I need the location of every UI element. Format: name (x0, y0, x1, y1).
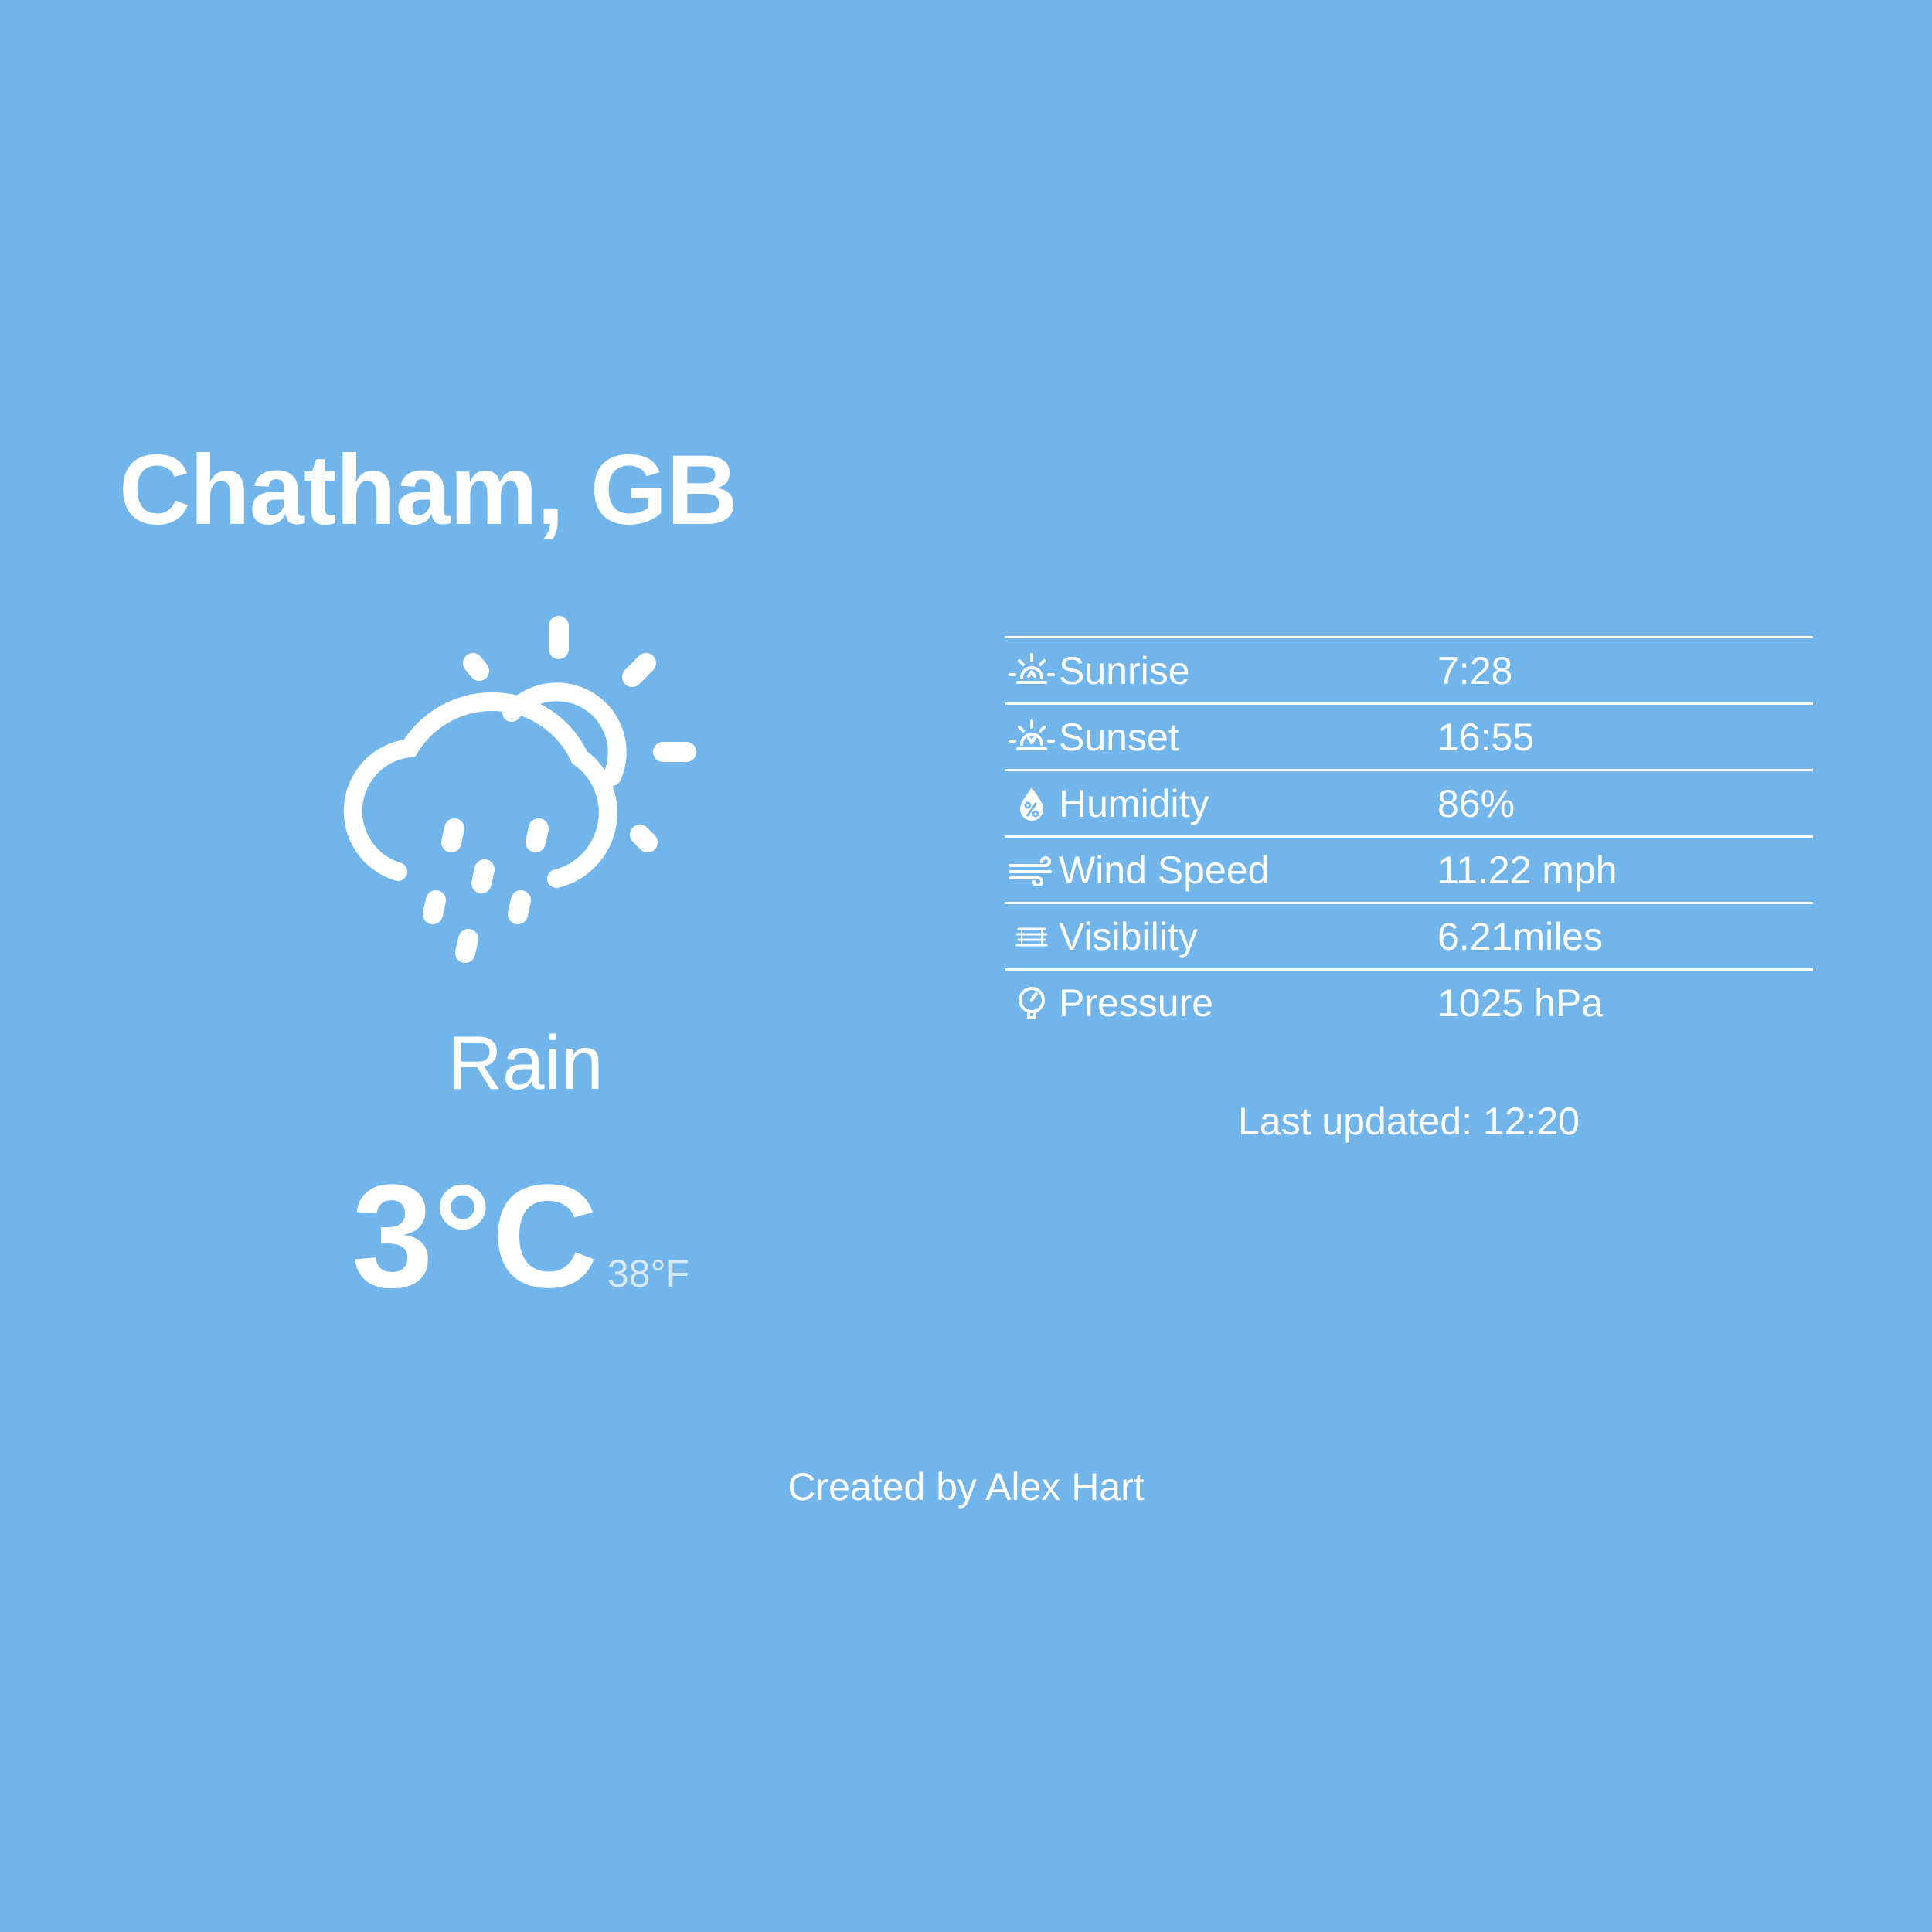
detail-value: 86% (1437, 781, 1515, 825)
temperature-celsius: 3°C (352, 1155, 598, 1318)
detail-label: Sunrise (1059, 648, 1190, 692)
detail-value: 6.21miles (1437, 914, 1603, 958)
location-title: Chatham, GB (119, 435, 738, 546)
detail-value: 11.22 mph (1437, 848, 1617, 892)
weather-condition: Rain (447, 1020, 604, 1105)
sunrise-icon (1005, 648, 1059, 694)
detail-row-sunrise: Sunrise 7:28 (1005, 638, 1813, 705)
detail-label: Pressure (1059, 981, 1214, 1025)
rain-partly-sunny-icon (340, 611, 711, 966)
pressure-icon (1005, 980, 1059, 1026)
detail-row-wind-speed: Wind Speed 11.22 mph (1005, 838, 1813, 904)
detail-value: 7:28 (1437, 648, 1513, 692)
temperature-fahrenheit: 38°F (607, 1252, 690, 1295)
detail-row-visibility: Visibility 6.21miles (1005, 904, 1813, 971)
detail-row-pressure: Pressure 1025 hPa (1005, 971, 1813, 1035)
detail-value: 1025 hPa (1437, 981, 1604, 1025)
visibility-icon (1005, 913, 1059, 960)
humidity-icon (1005, 781, 1059, 827)
detail-label: Sunset (1059, 715, 1179, 759)
last-updated-text: Last updated: 12:20 (1237, 1100, 1580, 1143)
detail-label: Wind Speed (1059, 848, 1270, 892)
detail-value: 16:55 (1437, 715, 1535, 759)
detail-row-sunset: Sunset 16:55 (1005, 705, 1813, 771)
temperature: 3°C 38°F (352, 1163, 689, 1310)
detail-label: Humidity (1059, 781, 1209, 825)
wind-icon (1005, 847, 1059, 893)
detail-label: Visibility (1059, 914, 1198, 958)
footer-credit: Created by Alex Hart (787, 1465, 1145, 1509)
sunset-icon (1005, 714, 1059, 760)
detail-row-humidity: Humidity 86% (1005, 771, 1813, 838)
weather-details-table: Sunrise 7:28 Sunset 16:55 Humidity 86% W… (1005, 636, 1813, 1035)
